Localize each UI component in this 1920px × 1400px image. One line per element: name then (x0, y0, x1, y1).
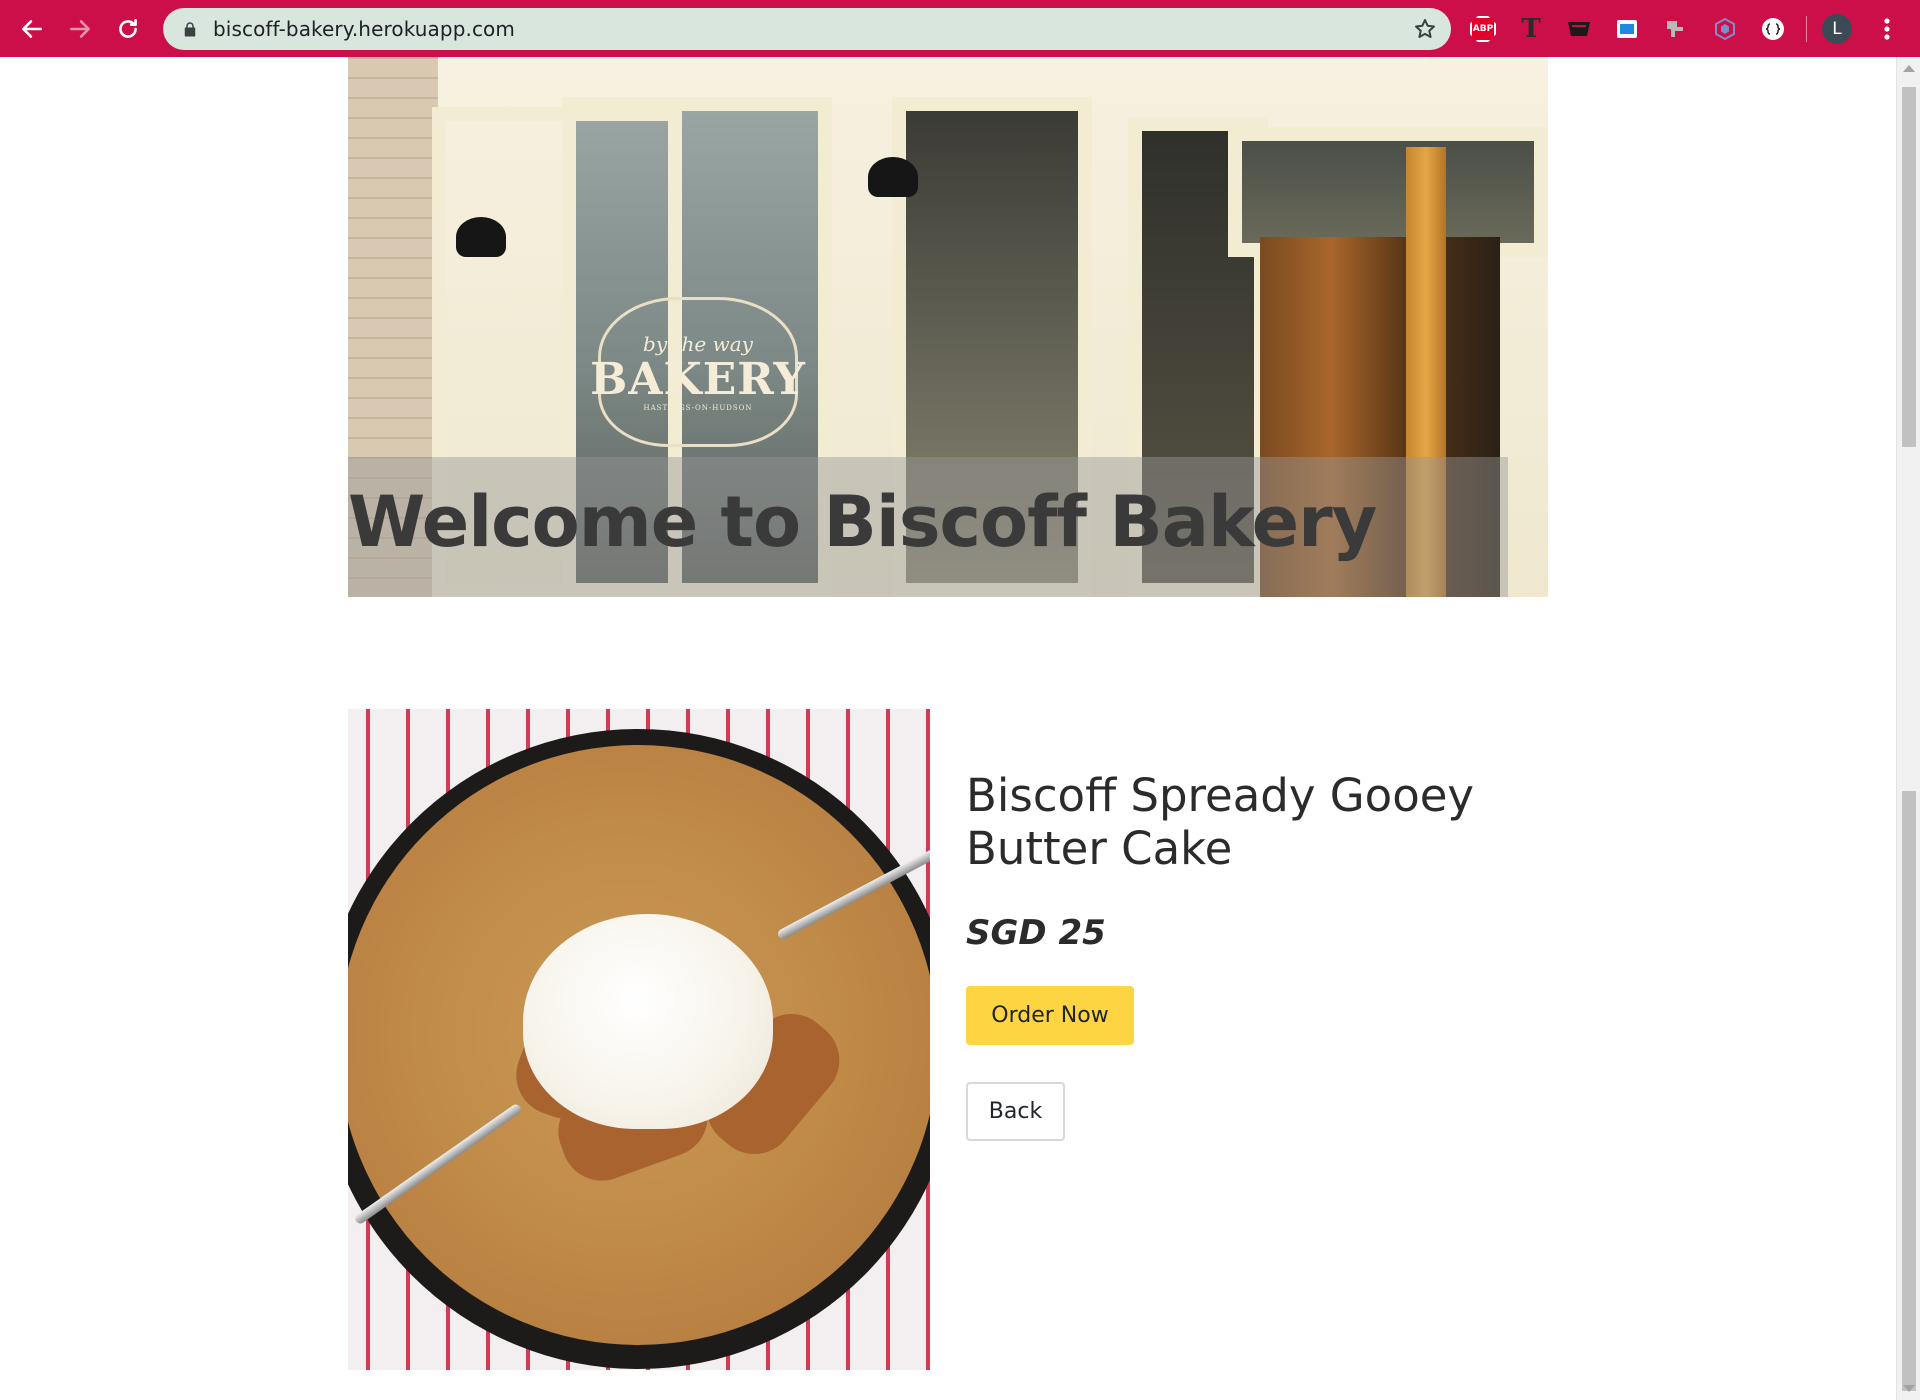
extension-button-6[interactable] (1710, 14, 1740, 44)
browser-toolbar: biscoff-bakery.herokuapp.com ABP T L (0, 0, 1920, 57)
extension-button-4[interactable] (1612, 14, 1642, 44)
wall-lamp-icon (456, 217, 506, 257)
wall-lamp-icon (868, 157, 918, 197)
t-extension-button[interactable]: T (1516, 14, 1546, 44)
scrollbar-thumb[interactable] (1902, 87, 1916, 447)
extension-button-3[interactable] (1564, 14, 1594, 44)
adblock-extension-button[interactable]: ABP (1468, 14, 1498, 44)
page-viewport: by the way BAKERY HASTINGS-ON-HUDSON Wel… (0, 57, 1896, 1400)
lock-icon (184, 22, 196, 37)
toolbar-divider (1806, 16, 1807, 42)
scroll-down-arrow-icon[interactable] (1903, 1385, 1915, 1392)
arrow-right-icon (70, 19, 90, 38)
product-title: Biscoff Spready Gooey Butter Cake (966, 769, 1475, 875)
back-link-button[interactable]: Back (966, 1082, 1065, 1141)
hexagon-icon (1715, 17, 1735, 41)
sign-text-line1: by the way (643, 332, 753, 356)
extension-button-5[interactable] (1660, 14, 1690, 44)
braces-icon (1762, 18, 1784, 40)
t-extension-icon: T (1521, 14, 1541, 44)
bookmark-star-icon[interactable] (1413, 17, 1437, 41)
reload-icon (119, 18, 137, 38)
forward-button[interactable] (60, 9, 100, 49)
reload-button[interactable] (108, 9, 148, 49)
page-scrollbar[interactable] (1896, 57, 1920, 1400)
adblock-icon: ABP (1470, 16, 1496, 42)
profile-avatar[interactable]: L (1822, 14, 1852, 44)
bakery-sign-logo: by the way BAKERY HASTINGS-ON-HUDSON (590, 297, 805, 447)
puzzle-icon (1667, 21, 1683, 37)
order-now-button[interactable]: Order Now (966, 986, 1134, 1045)
whipped-cream (523, 914, 773, 1129)
back-button[interactable] (12, 9, 52, 49)
page-title: Welcome to Biscoff Bakery (348, 481, 1377, 563)
url-text[interactable]: biscoff-bakery.herokuapp.com (213, 17, 515, 41)
kebab-menu-icon (1884, 18, 1890, 40)
scrollbar-thumb[interactable] (1902, 791, 1916, 1391)
product-image (348, 709, 930, 1370)
sign-text-line2: BAKERY (590, 354, 806, 405)
tab-strip (0, 0, 1920, 3)
extension-button-7[interactable] (1758, 14, 1788, 44)
browser-menu-button[interactable] (1872, 14, 1902, 44)
ticket-icon (1568, 22, 1590, 36)
product-price: SGD 25 (966, 913, 1106, 953)
screenshot-icon (1617, 20, 1637, 38)
address-bar[interactable]: biscoff-bakery.herokuapp.com (163, 8, 1451, 50)
hero-banner: by the way BAKERY HASTINGS-ON-HUDSON Wel… (348, 57, 1548, 597)
arrow-left-icon (22, 19, 42, 38)
sign-text-line3: HASTINGS-ON-HUDSON (643, 404, 753, 412)
scroll-up-arrow-icon[interactable] (1903, 65, 1915, 72)
